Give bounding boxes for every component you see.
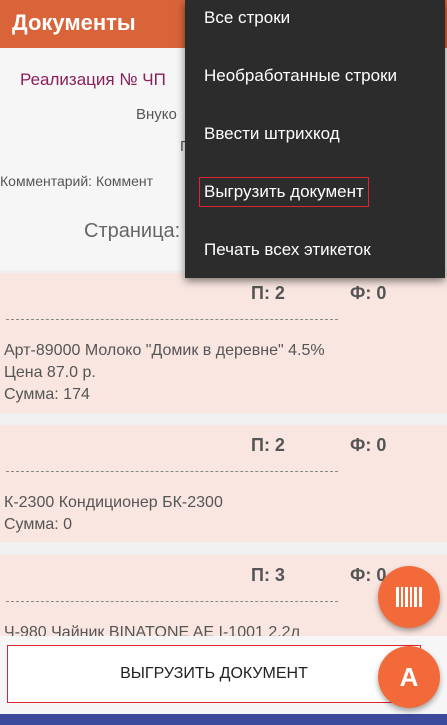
- planned-qty: П: 2: [251, 435, 285, 455]
- divider: [6, 601, 338, 602]
- menu-item-label: Все строки: [204, 8, 291, 27]
- app-title: Документы: [12, 10, 136, 35]
- document-comment: Комментарий: Коммент: [0, 173, 154, 189]
- overflow-menu: Все строки Необработанные строки Ввести …: [185, 0, 445, 278]
- menu-item-label: Выгрузить документ: [199, 177, 369, 207]
- fact-qty: Ф: 0: [350, 283, 387, 303]
- item-name: Арт-89000 Молоко "Домик в деревне" 4.5%: [4, 342, 325, 359]
- barcode-icon: [396, 587, 422, 607]
- menu-item-label: Печать всех этикеток: [204, 240, 371, 259]
- item-name: К-2300 Кондиционер БК-2300: [4, 494, 223, 511]
- scan-barcode-button[interactable]: [378, 566, 440, 628]
- document-title: Реализация № ЧП: [20, 70, 166, 89]
- export-document-button[interactable]: ВЫГРУЗИТЬ ДОКУМЕНТ: [7, 645, 421, 703]
- list-item[interactable]: П: 2 Ф: 0 К-2300 Кондиционер БК-2300 Сум…: [0, 425, 447, 542]
- menu-item-print-all-labels[interactable]: Печать всех этикеток: [185, 222, 445, 278]
- document-counterparty: Внуко: [136, 106, 177, 123]
- divider: [6, 319, 338, 320]
- page-indicator: Страница:: [84, 220, 181, 242]
- item-sum: Сумма: 174: [4, 386, 90, 403]
- menu-item-export-document[interactable]: Выгрузить документ: [185, 164, 445, 220]
- item-name: Ч-980 Чайник BINATONE AE I-1001 2.2л: [4, 624, 300, 636]
- divider: [6, 471, 338, 472]
- menu-item-unprocessed-rows[interactable]: Необработанные строки: [185, 48, 445, 104]
- menu-item-all-rows[interactable]: Все строки: [185, 0, 445, 46]
- menu-item-enter-barcode[interactable]: Ввести штрихкод: [185, 106, 445, 162]
- system-nav-bar: [0, 714, 447, 725]
- menu-item-label: Необработанные строки: [204, 66, 398, 85]
- export-button-label: ВЫГРУЗИТЬ ДОКУМЕНТ: [120, 665, 308, 682]
- item-price: Цена 87.0 р.: [4, 364, 96, 381]
- planned-qty: П: 2: [251, 283, 285, 303]
- fact-qty: Ф: 0: [350, 435, 387, 455]
- a-button-label: A: [399, 661, 419, 692]
- item-sum: Сумма: 0: [4, 516, 73, 533]
- menu-item-label: Ввести штрихкод: [204, 124, 340, 143]
- list-item[interactable]: П: 2 Ф: 0 Арт-89000 Молоко "Домик в дере…: [0, 273, 447, 413]
- planned-qty: П: 3: [251, 565, 285, 585]
- a-action-button[interactable]: A: [378, 646, 440, 708]
